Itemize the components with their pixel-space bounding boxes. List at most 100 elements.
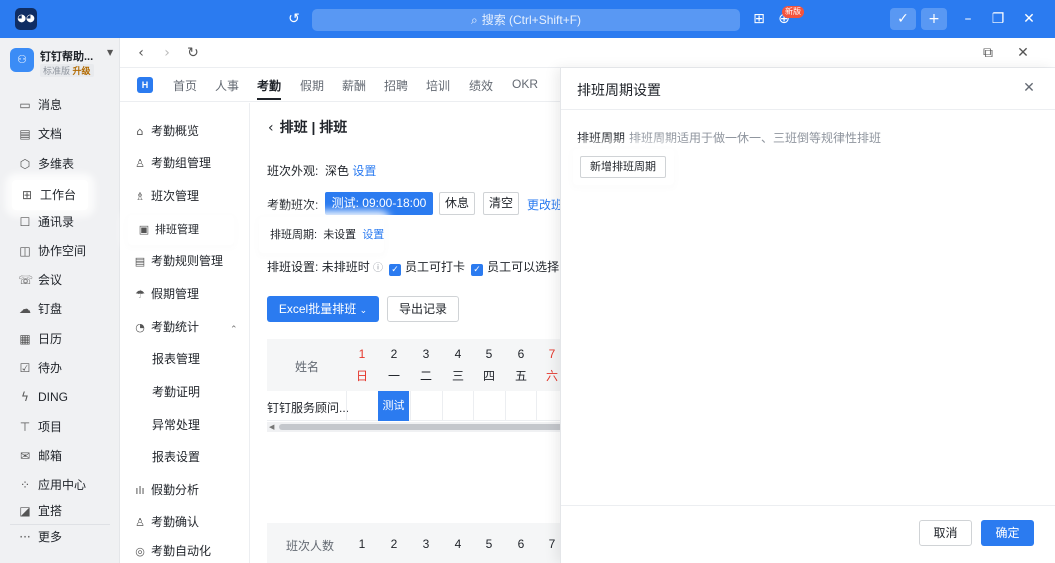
- refresh-icon[interactable]: ↻: [183, 43, 203, 63]
- minimize-icon[interactable]: –: [959, 10, 977, 28]
- meeting-icon: ☏: [18, 273, 34, 287]
- tab-training[interactable]: 培训: [426, 77, 450, 94]
- scrollbar-thumb[interactable]: [279, 424, 560, 430]
- subnav-leave[interactable]: ☂ 假期管理: [134, 283, 199, 305]
- nav-yida[interactable]: ◪ 宜搭: [10, 502, 106, 520]
- add-icon[interactable]: +: [921, 8, 947, 30]
- subnav-overview[interactable]: ⌂ 考勤概览: [134, 120, 200, 142]
- caret-down-icon[interactable]: ▼: [107, 48, 113, 57]
- upgrade-link[interactable]: 升级: [73, 66, 91, 76]
- tab-leave[interactable]: 假期: [300, 77, 324, 94]
- tab-attendance[interactable]: 考勤: [257, 77, 282, 100]
- subnav-confirm[interactable]: ♙ 考勤确认: [134, 511, 199, 533]
- tab-okr[interactable]: OKR: [512, 77, 538, 91]
- schedule-cell[interactable]: [346, 391, 378, 421]
- nav-project[interactable]: ⊤ 项目: [10, 414, 106, 440]
- cycle-description: 排班周期 排班周期适用于做一休一、三班倒等规律性排班: [577, 131, 882, 145]
- nav-more[interactable]: ··· 更多: [10, 524, 110, 548]
- subnav-report-manage[interactable]: 报表管理: [152, 348, 200, 370]
- grid-header: 姓名 1 日 2 一 3 二 4 三 5 四 6 五 7 六: [267, 339, 560, 391]
- confirm-button[interactable]: 确定: [981, 520, 1034, 546]
- subnav-certificate[interactable]: 考勤证明: [152, 381, 200, 403]
- schedule-cycle-settings-link[interactable]: 设置: [362, 229, 384, 241]
- schedule-icon: ▣: [138, 223, 150, 236]
- footer-day: 4: [454, 537, 462, 551]
- nav-workspace[interactable]: ◫ 协作空间: [10, 238, 106, 264]
- subnav-automation[interactable]: ◎ 考勤自动化: [134, 543, 211, 559]
- subnav-statistics[interactable]: ◔ 考勤统计: [134, 316, 199, 338]
- quick-action-icon[interactable]: ✓: [890, 8, 916, 30]
- export-records-button[interactable]: 导出记录: [387, 296, 459, 322]
- schedule-cell[interactable]: [410, 391, 442, 421]
- schedule-cell[interactable]: [505, 391, 537, 421]
- close-icon[interactable]: ✕: [1020, 79, 1038, 97]
- rest-button[interactable]: 休息: [439, 192, 475, 215]
- subnav-scheduling[interactable]: ▣ 排班管理: [128, 215, 234, 245]
- back-arrow-icon[interactable]: ‹: [268, 120, 274, 136]
- tab-salary[interactable]: 薪酬: [342, 77, 366, 94]
- scroll-left-icon[interactable]: ◀: [269, 422, 274, 432]
- name-column-header: 姓名: [295, 360, 320, 374]
- shift-test-button[interactable]: 测试: 09:00-18:00: [325, 192, 433, 215]
- shift-display-settings-link[interactable]: 设置: [352, 164, 376, 178]
- nav-app-center[interactable]: ⁘ 应用中心: [10, 472, 106, 498]
- divider: [561, 109, 1055, 110]
- subnav-analysis[interactable]: ılı 假勤分析: [134, 479, 199, 501]
- forward-icon[interactable]: ›: [157, 43, 177, 63]
- excel-batch-button[interactable]: Excel批量排班 ⌄: [267, 296, 379, 322]
- hr-app-logo: H: [137, 77, 153, 93]
- schedule-cell[interactable]: [473, 391, 505, 421]
- left-navigation: ⚇ 钉钉帮助... ▼ 标准版 升级 ▭ 消息 ▤ 文档 ⬡ 多维表 ⊞ 工作台 ☐ 通讯…: [0, 38, 120, 563]
- calendar-icon: ▦: [19, 332, 31, 346]
- footer-day: 5: [485, 537, 493, 551]
- change-shift-link[interactable]: 更改班: [527, 196, 560, 213]
- nav-mail[interactable]: ✉ 邮箱: [10, 443, 106, 469]
- schedule-cell[interactable]: [536, 391, 560, 421]
- nav-meeting[interactable]: ☏ 会议: [10, 267, 106, 293]
- history-icon[interactable]: ↺: [286, 11, 302, 27]
- subnav-group[interactable]: ♙ 考勤组管理: [134, 152, 211, 174]
- tab-performance[interactable]: 绩效: [469, 77, 493, 94]
- cancel-button[interactable]: 取消: [919, 520, 972, 546]
- clear-button[interactable]: 清空: [483, 192, 519, 215]
- dingtalk-logo-icon[interactable]: ◕◕: [15, 8, 37, 30]
- subnav-report-settings[interactable]: 报表设置: [152, 446, 200, 468]
- subnav-rules[interactable]: ▤ 考勤规则管理: [134, 250, 223, 272]
- message-icon: ▭: [19, 98, 31, 112]
- back-icon[interactable]: ‹: [131, 43, 151, 63]
- nav-documents[interactable]: ▤ 文档: [10, 121, 106, 147]
- close-page-icon[interactable]: ✕: [1013, 43, 1033, 63]
- help-icon[interactable]: ⓘ: [373, 263, 383, 274]
- tab-recruiting[interactable]: 招聘: [384, 77, 408, 94]
- nav-messages[interactable]: ▭ 消息: [10, 92, 106, 118]
- nav-todo[interactable]: ☑ 待办: [10, 355, 106, 381]
- day-weekday: 五: [514, 369, 527, 383]
- schedule-cell[interactable]: [442, 391, 474, 421]
- nav-ding[interactable]: ϟ DING: [10, 384, 106, 410]
- nav-contacts[interactable]: ☐ 通讯录: [10, 209, 106, 235]
- nav-calendar[interactable]: ▦ 日历: [10, 326, 106, 352]
- add-schedule-cycle-button[interactable]: 新增排班周期: [580, 156, 666, 178]
- restore-icon[interactable]: ❐: [989, 10, 1007, 28]
- drawer-title: 排班周期设置: [577, 82, 661, 98]
- close-window-icon[interactable]: ✕: [1020, 10, 1038, 28]
- day-number: 2: [390, 347, 398, 361]
- horizontal-scrollbar[interactable]: ◀: [267, 422, 560, 432]
- org-switcher[interactable]: ⚇ 钉钉帮助... ▼ 标准版 升级: [10, 46, 118, 77]
- chevron-up-icon[interactable]: ⌃: [230, 325, 238, 335]
- subnav-shifts[interactable]: ♗ 班次管理: [134, 185, 199, 207]
- checkbox-checked-icon[interactable]: ✓: [389, 264, 402, 276]
- schedule-cycle-row: 排班周期: 未设置 设置: [259, 217, 384, 253]
- schedule-cell-shift[interactable]: 测试: [378, 391, 409, 421]
- checkbox-checked-icon[interactable]: ✓: [471, 264, 484, 276]
- open-external-icon[interactable]: ⧉: [978, 43, 998, 63]
- subnav-exceptions[interactable]: 异常处理: [152, 414, 200, 436]
- org-tier: 标准版 升级: [40, 64, 94, 77]
- nav-workbench[interactable]: ⊞ 工作台: [12, 180, 88, 210]
- tab-personnel[interactable]: 人事: [215, 77, 239, 94]
- nav-multi-table[interactable]: ⬡ 多维表: [10, 151, 106, 177]
- nav-drive[interactable]: ☁ 钉盘: [10, 296, 106, 322]
- search-input[interactable]: ⌕ 搜索 (Ctrl+Shift+F): [312, 9, 740, 31]
- scan-icon[interactable]: ⊞: [750, 10, 768, 28]
- tab-home[interactable]: 首页: [173, 77, 197, 94]
